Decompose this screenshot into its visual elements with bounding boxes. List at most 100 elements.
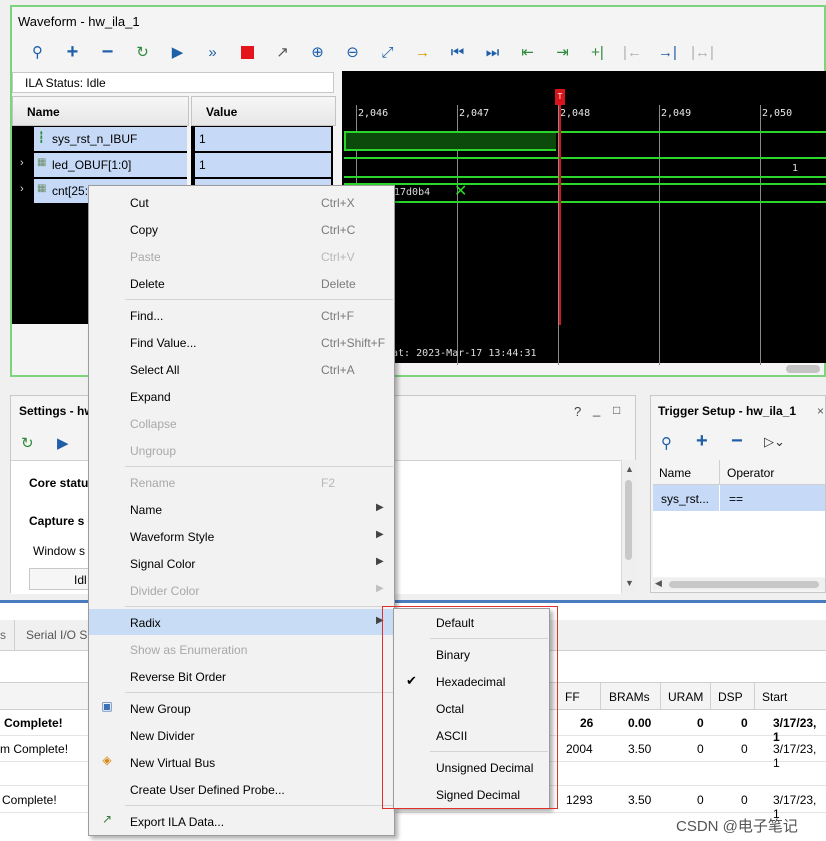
zoom-fit-icon[interactable]: ⤢ xyxy=(370,41,405,63)
waveform-canvas[interactable]: 2,046 2,047 2,048 2,049 2,050 1 17d0b4 ✕… xyxy=(342,71,826,365)
trigger-marker-line xyxy=(559,105,561,325)
waveform-cnt-bottom xyxy=(344,201,826,203)
refresh-icon[interactable]: ↻ xyxy=(125,41,160,63)
menu-item-new-virtual-bus[interactable]: ◈ New Virtual Bus xyxy=(89,749,394,775)
play-icon[interactable]: ▶ xyxy=(160,41,195,63)
capture-timestamp: at: 2023-Mar-17 13:44:31 xyxy=(392,348,537,359)
menu-item-new-group[interactable]: ▣ New Group xyxy=(89,695,394,721)
scroll-up-icon[interactable]: ▲ xyxy=(625,464,634,474)
value-column-header[interactable]: Value xyxy=(191,96,336,126)
horizontal-scrollbar[interactable]: ◀ xyxy=(653,578,825,590)
cell-brams: 3.50 xyxy=(628,793,652,807)
search-icon[interactable]: ⚲ xyxy=(661,434,672,452)
header-brams[interactable]: BRAMs xyxy=(609,690,650,704)
menu-item-delete[interactable]: Delete Delete xyxy=(89,270,394,296)
trigger-marker[interactable]: T xyxy=(555,89,565,105)
minus-icon[interactable]: − xyxy=(731,430,743,453)
export-icon[interactable]: ↗ xyxy=(265,41,300,63)
vertical-scrollbar[interactable]: ▲ ▼ xyxy=(621,460,636,593)
help-icon[interactable]: ? xyxy=(574,404,581,419)
cell-uram: 0 xyxy=(697,716,704,730)
scroll-thumb[interactable] xyxy=(625,480,632,560)
name-column-header[interactable]: Name xyxy=(12,96,189,126)
menu-item-radix[interactable]: Radix ▶ xyxy=(89,609,394,635)
cell-dsp: 0 xyxy=(741,716,748,730)
zoom-out-icon[interactable]: ⊖ xyxy=(335,41,370,63)
menu-item-select-all[interactable]: Select All Ctrl+A xyxy=(89,356,394,382)
tab-serial-io[interactable]: Serial I/O S xyxy=(26,628,87,642)
menu-item-signal-color[interactable]: Signal Color ▶ xyxy=(89,550,394,576)
column-divider xyxy=(600,683,601,709)
menu-item-waveform-style[interactable]: Waveform Style ▶ xyxy=(89,523,394,549)
cell-ff: 1293 xyxy=(566,793,593,807)
expand-chevron-icon[interactable]: › xyxy=(20,157,24,169)
trigger-row-name: sys_rst... xyxy=(661,492,710,506)
menu-label: Copy xyxy=(130,223,159,237)
menu-item-name[interactable]: Name ▶ xyxy=(89,496,394,522)
time-tick-label: 2,049 xyxy=(661,108,692,119)
next-marker-icon[interactable]: →| xyxy=(650,41,685,63)
header-dsp[interactable]: DSP xyxy=(718,690,743,704)
ila-status: ILA Status: Idle xyxy=(12,72,334,93)
maximize-icon[interactable]: □ xyxy=(613,403,620,417)
menu-item-new-divider[interactable]: New Divider xyxy=(89,722,394,748)
menu-label: Create User Defined Probe... xyxy=(130,783,285,797)
menu-separator xyxy=(125,299,393,300)
menu-item-find[interactable]: Find... Ctrl+F xyxy=(89,302,394,328)
menu-item-collapse: Collapse xyxy=(89,410,394,436)
menu-item-cut[interactable]: Cut Ctrl+X xyxy=(89,189,394,215)
signal-row-sys-rst[interactable]: ┇ sys_rst_n_IBUF xyxy=(34,127,187,151)
menu-item-copy[interactable]: Copy Ctrl+C xyxy=(89,216,394,242)
refresh-icon[interactable]: ↻ xyxy=(21,434,34,452)
minus-icon[interactable]: − xyxy=(90,41,125,63)
go-to-end-icon[interactable]: ⏭ xyxy=(475,41,510,63)
go-to-start-icon[interactable]: ⏮ xyxy=(440,41,475,63)
plus-icon[interactable]: + xyxy=(55,41,90,63)
plus-icon[interactable]: + xyxy=(696,430,708,453)
signal-value: 1 xyxy=(195,127,331,151)
menu-item-find-value[interactable]: Find Value... Ctrl+Shift+F xyxy=(89,329,394,355)
settings-title: Settings - hw xyxy=(19,404,94,418)
menu-label: Find... xyxy=(130,309,164,323)
trigger-operator-header[interactable]: Operator xyxy=(727,466,774,480)
signal-name: led_OBUF[1:0] xyxy=(52,158,132,172)
bus-icon: ▦ xyxy=(37,157,47,168)
horizontal-scrollbar[interactable] xyxy=(786,365,820,373)
fast-forward-icon[interactable]: » xyxy=(195,41,230,63)
header-ff[interactable]: FF xyxy=(565,690,580,704)
menu-item-export-ila-data[interactable]: ↗ Export ILA Data... xyxy=(89,808,394,834)
waveform-bus-value: 17d0b4 xyxy=(394,187,431,198)
column-divider xyxy=(754,683,755,709)
next-transition-icon[interactable]: ⇥ xyxy=(545,41,580,63)
signal-row-led[interactable]: › ▦ led_OBUF[1:0] xyxy=(20,153,187,177)
play-icon[interactable]: ▶ xyxy=(57,434,69,452)
scroll-left-icon[interactable]: ◀ xyxy=(655,578,662,589)
zoom-in-icon[interactable]: ⊕ xyxy=(300,41,335,63)
header-uram[interactable]: URAM xyxy=(668,690,703,704)
tab-fragment[interactable]: s xyxy=(0,628,6,642)
minimize-icon[interactable]: _ xyxy=(593,402,600,417)
trigger-name-header[interactable]: Name xyxy=(659,466,691,480)
trigger-table-row[interactable]: sys_rst... == xyxy=(653,485,825,511)
add-marker-icon[interactable]: +| xyxy=(580,41,615,63)
go-to-marker-icon[interactable]: → xyxy=(405,41,440,63)
signal-name: sys_rst_n_IBUF xyxy=(52,132,138,146)
menu-separator xyxy=(125,805,393,806)
menu-label: Rename xyxy=(130,476,176,490)
scroll-down-icon[interactable]: ▼ xyxy=(625,578,634,588)
cell-ff: 26 xyxy=(580,716,594,730)
search-icon[interactable]: ⚲ xyxy=(20,41,55,63)
menu-item-expand[interactable]: Expand xyxy=(89,383,394,409)
scroll-thumb[interactable] xyxy=(669,581,819,588)
expand-chevron-icon[interactable]: › xyxy=(20,183,24,195)
signal-value: 1 xyxy=(195,153,331,177)
menu-item-create-user-defined-probe[interactable]: Create User Defined Probe... xyxy=(89,776,394,802)
header-start[interactable]: Start xyxy=(762,690,787,704)
logic-gate-icon[interactable]: ▷⌄ xyxy=(764,434,785,450)
close-icon[interactable]: × xyxy=(817,404,824,418)
stop-icon[interactable] xyxy=(230,41,265,63)
previous-transition-icon[interactable]: ⇤ xyxy=(510,41,545,63)
column-divider xyxy=(660,683,661,709)
waveform-value-label: 1 xyxy=(792,163,799,174)
menu-item-reverse-bit-order[interactable]: Reverse Bit Order xyxy=(89,663,394,689)
